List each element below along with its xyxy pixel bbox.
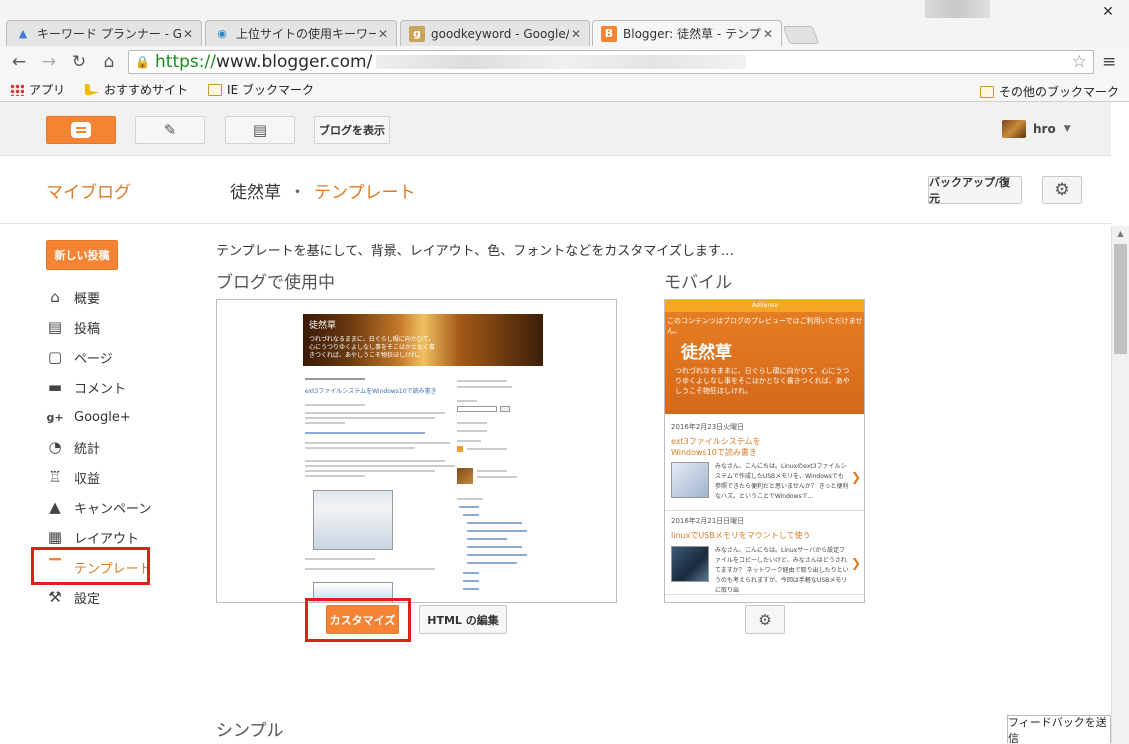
bookmark-ie[interactable]: IE ブックマーク xyxy=(208,81,314,98)
post-thumbnail xyxy=(671,462,709,498)
stats-icon: ◔ xyxy=(48,438,62,456)
blogger-icon: B xyxy=(601,25,617,42)
backup-restore-button[interactable]: バックアップ/復元 xyxy=(928,176,1022,205)
comment-icon: ▬ xyxy=(47,378,63,396)
close-tab-icon[interactable]: ✕ xyxy=(569,27,583,41)
wrench-icon: ⚒ xyxy=(48,588,62,606)
gear-icon: ⚙ xyxy=(1054,180,1070,200)
avatar xyxy=(1002,120,1026,138)
gear-icon: ⚙ xyxy=(758,610,772,629)
sidebar-item-campaigns[interactable]: ▲ キャンペーン xyxy=(44,492,184,522)
url-path-redacted xyxy=(376,55,747,69)
forward-icon[interactable]: → xyxy=(38,51,60,73)
layout-icon: ▦ xyxy=(47,528,63,546)
mobile-heading: モバイル xyxy=(664,273,732,293)
bookmark-other[interactable]: その他のブックマーク xyxy=(979,83,1119,100)
post-thumbnail xyxy=(671,546,709,582)
bookmark-star-icon[interactable]: ☆ xyxy=(1072,52,1087,72)
close-tab-icon[interactable]: ✕ xyxy=(761,27,775,41)
blogger-logo-icon xyxy=(71,122,91,138)
pages-icon: ▢ xyxy=(47,348,63,366)
customize-button[interactable]: カスタマイズ xyxy=(326,605,399,634)
blogger-app: ✎ ▤ ブログを表示 hro ▼ マイブログ 徒然草・テンプレート バックアップ… xyxy=(0,102,1111,744)
google-plus-icon: g+ xyxy=(46,410,64,424)
profile-button[interactable] xyxy=(925,0,990,18)
documents-icon: ▤ xyxy=(252,121,268,139)
blog-name: 徒然草 xyxy=(230,183,281,203)
breadcrumb: 徒然草・テンプレート xyxy=(230,183,416,203)
tab-blogger[interactable]: B Blogger: 徒然草 - テンプレ ✕ xyxy=(592,20,782,46)
desktop-template-preview[interactable]: 徒然草 つれづれなるままに、日ぐらし硯に向かひて、心にうつりゆくよしなし事をそこ… xyxy=(216,299,617,603)
bookmark-apps[interactable]: アプリ xyxy=(10,81,65,98)
posts-list-button[interactable]: ▤ xyxy=(225,116,295,144)
bookmark-recommended[interactable]: おすすめサイト xyxy=(85,81,188,98)
folder-icon xyxy=(208,83,223,96)
new-tab-button[interactable] xyxy=(782,26,820,44)
sidebar-item-posts[interactable]: ▤ 投稿 xyxy=(44,312,184,342)
close-tab-icon[interactable]: ✕ xyxy=(376,27,390,41)
browser-tab-strip: ✕ ▲ キーワード プランナー - Google ✕ ◉ 上位サイトの使用キーワ… xyxy=(0,0,1129,46)
scroll-thumb[interactable] xyxy=(1114,244,1127,354)
url-scheme: https:// xyxy=(155,52,216,72)
browser-toolbar: ← → ↻ ⌂ 🔒 https://www.blogger.com/ ☆ ≡ xyxy=(0,46,1129,78)
view-blog-button[interactable]: ブログを表示 xyxy=(314,116,390,144)
user-menu[interactable]: hro ▼ xyxy=(1002,120,1071,138)
chevron-right-icon: ❯ xyxy=(851,470,862,484)
sidebar-item-pages[interactable]: ▢ ページ xyxy=(44,342,184,372)
posts-icon: ▤ xyxy=(47,318,63,336)
tab-keyword-planner[interactable]: ▲ キーワード プランナー - Google ✕ xyxy=(6,20,202,46)
close-window-icon[interactable]: ✕ xyxy=(1095,4,1121,20)
scroll-up-icon[interactable]: ▲ xyxy=(1112,226,1129,242)
template-intro-text: テンプレートを基にして、背景、レイアウト、色、フォントなどをカスタマイズします… xyxy=(216,244,734,259)
page-header: マイブログ 徒然草・テンプレート バックアップ/復元 ⚙ xyxy=(0,156,1111,224)
sidebar-item-overview[interactable]: ⌂ 概要 xyxy=(44,282,184,312)
browser-menu-icon[interactable]: ≡ xyxy=(1102,52,1116,72)
pencil-icon: ✎ xyxy=(163,121,177,139)
address-bar[interactable]: 🔒 https://www.blogger.com/ ☆ xyxy=(128,50,1094,74)
close-tab-icon[interactable]: ✕ xyxy=(181,27,195,41)
blogger-home-button[interactable] xyxy=(46,116,116,144)
settings-gear-button[interactable]: ⚙ xyxy=(1042,176,1082,204)
new-post-pencil-button[interactable]: ✎ xyxy=(135,116,205,144)
lock-icon: 🔒 xyxy=(135,55,150,69)
send-feedback-button[interactable]: フィードバックを送信 xyxy=(1007,715,1111,744)
url-host: www.blogger.com/ xyxy=(215,52,373,72)
globe-icon: ◉ xyxy=(217,27,227,40)
google-ads-icon: ▲ xyxy=(18,27,28,40)
sidebar-item-comments[interactable]: ▬ コメント xyxy=(44,372,184,402)
sidebar-item-settings[interactable]: ⚒ 設定 xyxy=(44,582,184,612)
sidebar-item-stats[interactable]: ◔ 統計 xyxy=(44,432,184,462)
blogger-top-bar: ✎ ▤ ブログを表示 hro ▼ xyxy=(0,102,1111,156)
chevron-right-icon: ❯ xyxy=(851,556,862,570)
apps-icon xyxy=(10,83,24,96)
new-post-button[interactable]: 新しい投稿 xyxy=(46,240,118,270)
back-icon[interactable]: ← xyxy=(8,51,30,73)
mobile-template-preview[interactable]: AdSense このコンテンツはブログのプレビューではご利用いただけません。 徒… xyxy=(664,299,865,603)
bookmarks-bar: アプリ おすすめサイト IE ブックマーク その他のブックマーク xyxy=(0,78,1129,102)
mobile-settings-button[interactable]: ⚙ xyxy=(745,605,785,634)
page-title: テンプレート xyxy=(314,183,416,203)
simple-heading: シンプル xyxy=(216,721,284,741)
folder-icon xyxy=(979,85,994,98)
campaign-icon: ▲ xyxy=(49,498,61,516)
sidebar-item-google-plus[interactable]: g+ Google+ xyxy=(44,402,184,432)
edit-html-button[interactable]: HTML の編集 xyxy=(419,605,507,634)
tab-top-sites-keywords[interactable]: ◉ 上位サイトの使用キーワード（ ✕ xyxy=(205,20,397,46)
template-highlight-box xyxy=(31,547,150,585)
trophy-icon: ♖ xyxy=(48,468,62,486)
my-blog-link[interactable]: マイブログ xyxy=(46,178,131,203)
preview-post-title: ext3ファイルシステムをWindows10で読み書き xyxy=(305,388,437,395)
home-page-icon[interactable]: ⌂ xyxy=(98,51,120,73)
scrollbar[interactable]: ▲ xyxy=(1111,226,1129,744)
mobile-header: AdSense このコンテンツはブログのプレビューではご利用いただけません。 徒… xyxy=(665,300,864,414)
preview-blog-header: 徒然草 つれづれなるままに、日ぐらし硯に向かひて、心にうつりゆくよしなし事をそこ… xyxy=(303,314,543,366)
home-icon: ⌂ xyxy=(50,288,60,306)
tab-goodkeyword[interactable]: g goodkeyword - Google/Bi ✕ xyxy=(400,20,590,46)
in-use-heading: ブログで使用中 xyxy=(216,273,335,293)
bing-icon xyxy=(85,83,100,96)
sidebar-item-earnings[interactable]: ♖ 収益 xyxy=(44,462,184,492)
goodkeyword-icon: g xyxy=(409,25,425,42)
reload-icon[interactable]: ↻ xyxy=(68,51,90,73)
chevron-down-icon: ▼ xyxy=(1063,124,1071,134)
